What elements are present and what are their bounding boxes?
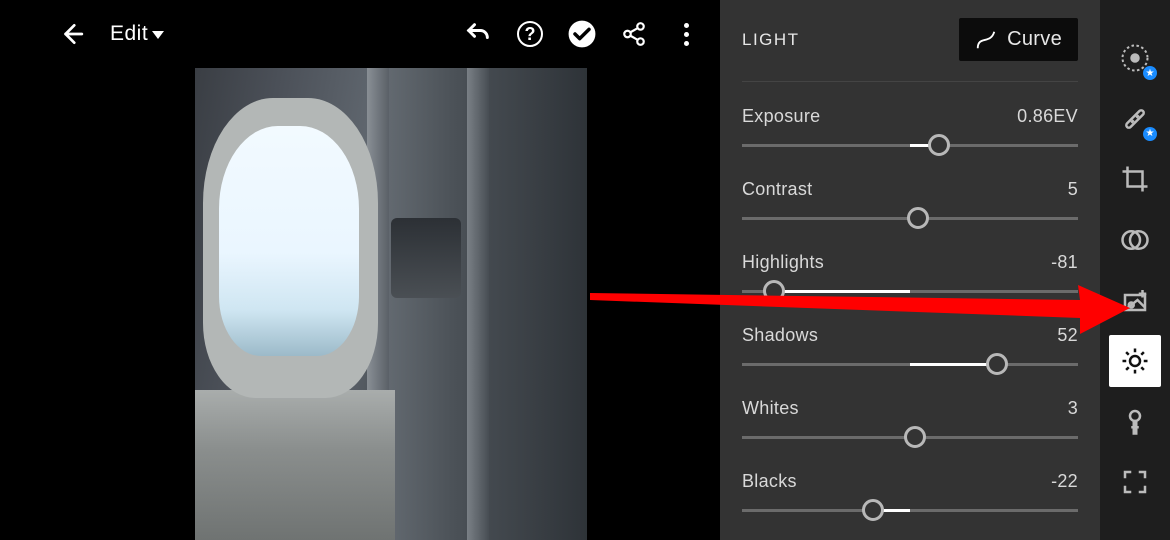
- slider-contrast: Contrast 5: [742, 179, 1078, 228]
- slider-value: 0.86EV: [1017, 106, 1078, 127]
- slider-track[interactable]: [742, 354, 1078, 374]
- undo-button[interactable]: [464, 20, 492, 48]
- healing-icon[interactable]: ★: [1109, 93, 1161, 145]
- kebab-menu-icon: [676, 23, 696, 46]
- blue-badge-icon: ★: [1143, 66, 1157, 80]
- slider-thumb[interactable]: [928, 134, 950, 156]
- blue-badge-icon: ★: [1143, 127, 1157, 141]
- overflow-menu-button[interactable]: [672, 20, 700, 48]
- slider-value: -81: [1051, 252, 1078, 273]
- slider-value: 52: [1057, 325, 1078, 346]
- slider-label: Blacks: [742, 471, 797, 492]
- versions-icon[interactable]: [1109, 274, 1161, 326]
- slider-label: Contrast: [742, 179, 812, 200]
- slider-track[interactable]: [742, 281, 1078, 301]
- photo-canvas[interactable]: [0, 68, 720, 540]
- slider-list: Exposure 0.86EV Contrast 5 Highlights -81 Shad…: [742, 90, 1078, 526]
- tool-rail: ★★: [1100, 0, 1170, 540]
- photo-preview: [195, 68, 587, 540]
- slider-label: Highlights: [742, 252, 824, 273]
- slider-value: 5: [1068, 179, 1078, 200]
- confirm-button[interactable]: [568, 20, 596, 48]
- curve-button[interactable]: Curve: [959, 18, 1078, 61]
- share-button[interactable]: [620, 20, 648, 48]
- slider-track[interactable]: [742, 500, 1078, 520]
- slider-value: -22: [1051, 471, 1078, 492]
- slider-track[interactable]: [742, 208, 1078, 228]
- slider-exposure: Exposure 0.86EV: [742, 106, 1078, 155]
- edit-mode-label: Edit: [110, 22, 148, 46]
- slider-label: Shadows: [742, 325, 818, 346]
- slider-label: Whites: [742, 398, 799, 419]
- slider-highlights: Highlights -81: [742, 252, 1078, 301]
- help-icon: ?: [517, 21, 543, 47]
- lens-profile-icon[interactable]: ★: [1109, 32, 1161, 84]
- slider-track[interactable]: [742, 135, 1078, 155]
- top-app-bar: Edit ?: [0, 0, 720, 68]
- slider-value: 3: [1068, 398, 1078, 419]
- curve-button-label: Curve: [1007, 28, 1062, 51]
- crop-icon[interactable]: [1109, 153, 1161, 205]
- slider-thumb[interactable]: [862, 499, 884, 521]
- slider-label: Exposure: [742, 106, 820, 127]
- light-panel: LIGHT Curve Exposure 0.86EV Contrast 5 Highl…: [720, 0, 1100, 540]
- edit-mode-dropdown[interactable]: Edit: [110, 22, 164, 46]
- help-button[interactable]: ?: [516, 20, 544, 48]
- slider-blacks: Blacks -22: [742, 471, 1078, 520]
- masking-icon[interactable]: [1109, 214, 1161, 266]
- light-icon[interactable]: [1109, 335, 1161, 387]
- editor-pane: Edit ?: [0, 0, 720, 540]
- light-panel-header: LIGHT Curve: [742, 18, 1078, 82]
- panel-title: LIGHT: [742, 30, 800, 50]
- slider-thumb[interactable]: [986, 353, 1008, 375]
- slider-whites: Whites 3: [742, 398, 1078, 447]
- color-temp-icon[interactable]: [1109, 395, 1161, 447]
- caret-down-icon: [152, 31, 164, 39]
- fullscreen-icon[interactable]: [1109, 456, 1161, 508]
- slider-track[interactable]: [742, 427, 1078, 447]
- slider-thumb[interactable]: [763, 280, 785, 302]
- back-button[interactable]: [56, 19, 86, 49]
- slider-thumb[interactable]: [907, 207, 929, 229]
- slider-shadows: Shadows 52: [742, 325, 1078, 374]
- slider-thumb[interactable]: [904, 426, 926, 448]
